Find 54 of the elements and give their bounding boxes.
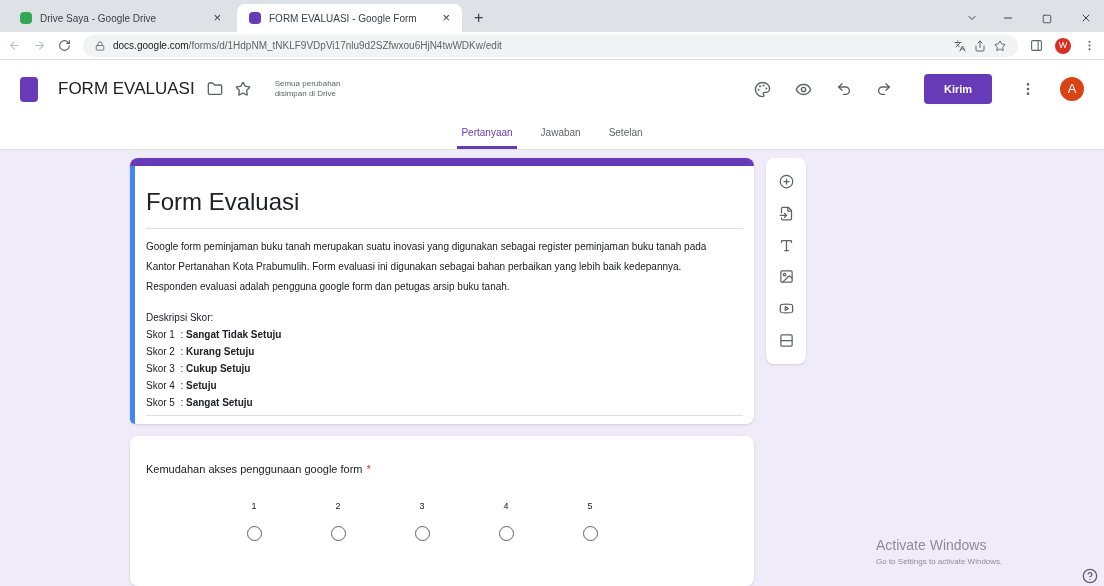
account-avatar[interactable]: A xyxy=(1060,77,1084,101)
add-question-icon[interactable] xyxy=(778,174,794,190)
title-text-icon[interactable] xyxy=(778,237,794,253)
translate-icon[interactable] xyxy=(954,39,966,52)
scale-label: 3 xyxy=(419,500,425,513)
question-text[interactable]: Kemudahan akses penggunaan google form * xyxy=(146,463,371,475)
tab-title: Drive Saya - Google Drive xyxy=(40,11,158,26)
image-icon[interactable] xyxy=(778,269,794,285)
maximize-icon[interactable] xyxy=(1042,14,1052,24)
score-line: Skor 4 : Setuju xyxy=(146,379,218,393)
doc-title[interactable]: FORM EVALUASI xyxy=(58,76,195,102)
share-icon[interactable] xyxy=(974,39,986,52)
side-panel-icon[interactable] xyxy=(1030,39,1043,52)
folder-icon[interactable] xyxy=(206,81,223,97)
score-line: Skor 3 : Cukup Setuju xyxy=(146,362,252,376)
video-icon[interactable] xyxy=(778,300,794,316)
address-bar[interactable]: docs.google.com/forms/d/1HdpNM_tNKLF9VDpVi17nlu9d2SZfwxou6HjN4twWDKw/edit xyxy=(83,34,1018,57)
close-icon[interactable] xyxy=(1080,12,1092,24)
scale-label: 4 xyxy=(503,500,509,513)
bookmark-icon[interactable] xyxy=(994,39,1006,52)
tab-title: FORM EVALUASI - Google Form xyxy=(269,11,418,26)
activation-subtitle: Go to Settings to activate Windows. xyxy=(876,556,1003,568)
tab-close-button[interactable]: × xyxy=(442,8,450,28)
required-mark: * xyxy=(366,463,371,475)
help-icon[interactable] xyxy=(1082,568,1098,584)
lock-icon xyxy=(95,40,105,51)
score-line: Skor 5 : Sangat Setuju xyxy=(146,396,254,410)
score-line: Skor 2 : Kurang Setuju xyxy=(146,345,256,359)
activation-title: Activate Windows xyxy=(876,536,988,555)
scale-label: 1 xyxy=(251,500,257,513)
form-description[interactable]: Google form peminjaman buku tanah merupakan suatu inovasi yang digunakan sebagai register peminjaman buku tanah pada Kantor Pertanahan Kota Prabumulih. Form evaluasi ini digunakan sebagai bahan perbaikan yang lebih baik kedepannya. Responden evaluasi adalah pengguna google form dan petugas arsip buku tanah. xyxy=(146,237,743,297)
tab-close-button[interactable]: × xyxy=(213,8,221,28)
import-icon[interactable] xyxy=(778,206,794,221)
form-tab[interactable]: Jawaban xyxy=(536,118,585,149)
url-text: docs.google.com/forms/d/1HdpNM_tNKLF9VDpVi17nlu9d2SZfwxou6HjN4twWDKw/edit xyxy=(113,39,502,53)
scale-label: 5 xyxy=(587,500,593,513)
score-line: Skor 1 : Sangat Tidak Setuju xyxy=(146,328,283,342)
star-icon[interactable] xyxy=(234,81,251,97)
browser-tab[interactable]: Drive Saya - Google Drive × xyxy=(8,4,233,32)
new-tab-button[interactable]: + xyxy=(466,4,492,32)
undo-icon[interactable] xyxy=(836,81,852,97)
save-status: Semua perubahan disimpan di Drive xyxy=(274,79,342,99)
browser-tab[interactable]: FORM EVALUASI - Google Form × xyxy=(237,4,462,32)
send-button[interactable]: Kirim xyxy=(924,74,992,104)
form-tab[interactable]: Pertanyaan xyxy=(457,118,517,149)
form-tab[interactable]: Setelan xyxy=(604,118,647,149)
palette-icon[interactable] xyxy=(754,80,771,98)
form-title[interactable]: Form Evaluasi xyxy=(146,184,743,229)
redo-icon[interactable] xyxy=(876,81,892,97)
scale-label: 2 xyxy=(335,500,341,513)
score-heading: Deskripsi Skor: xyxy=(146,311,215,325)
section-icon[interactable] xyxy=(778,332,794,348)
reload-icon[interactable] xyxy=(58,39,71,52)
profile-avatar[interactable]: W xyxy=(1055,37,1071,54)
